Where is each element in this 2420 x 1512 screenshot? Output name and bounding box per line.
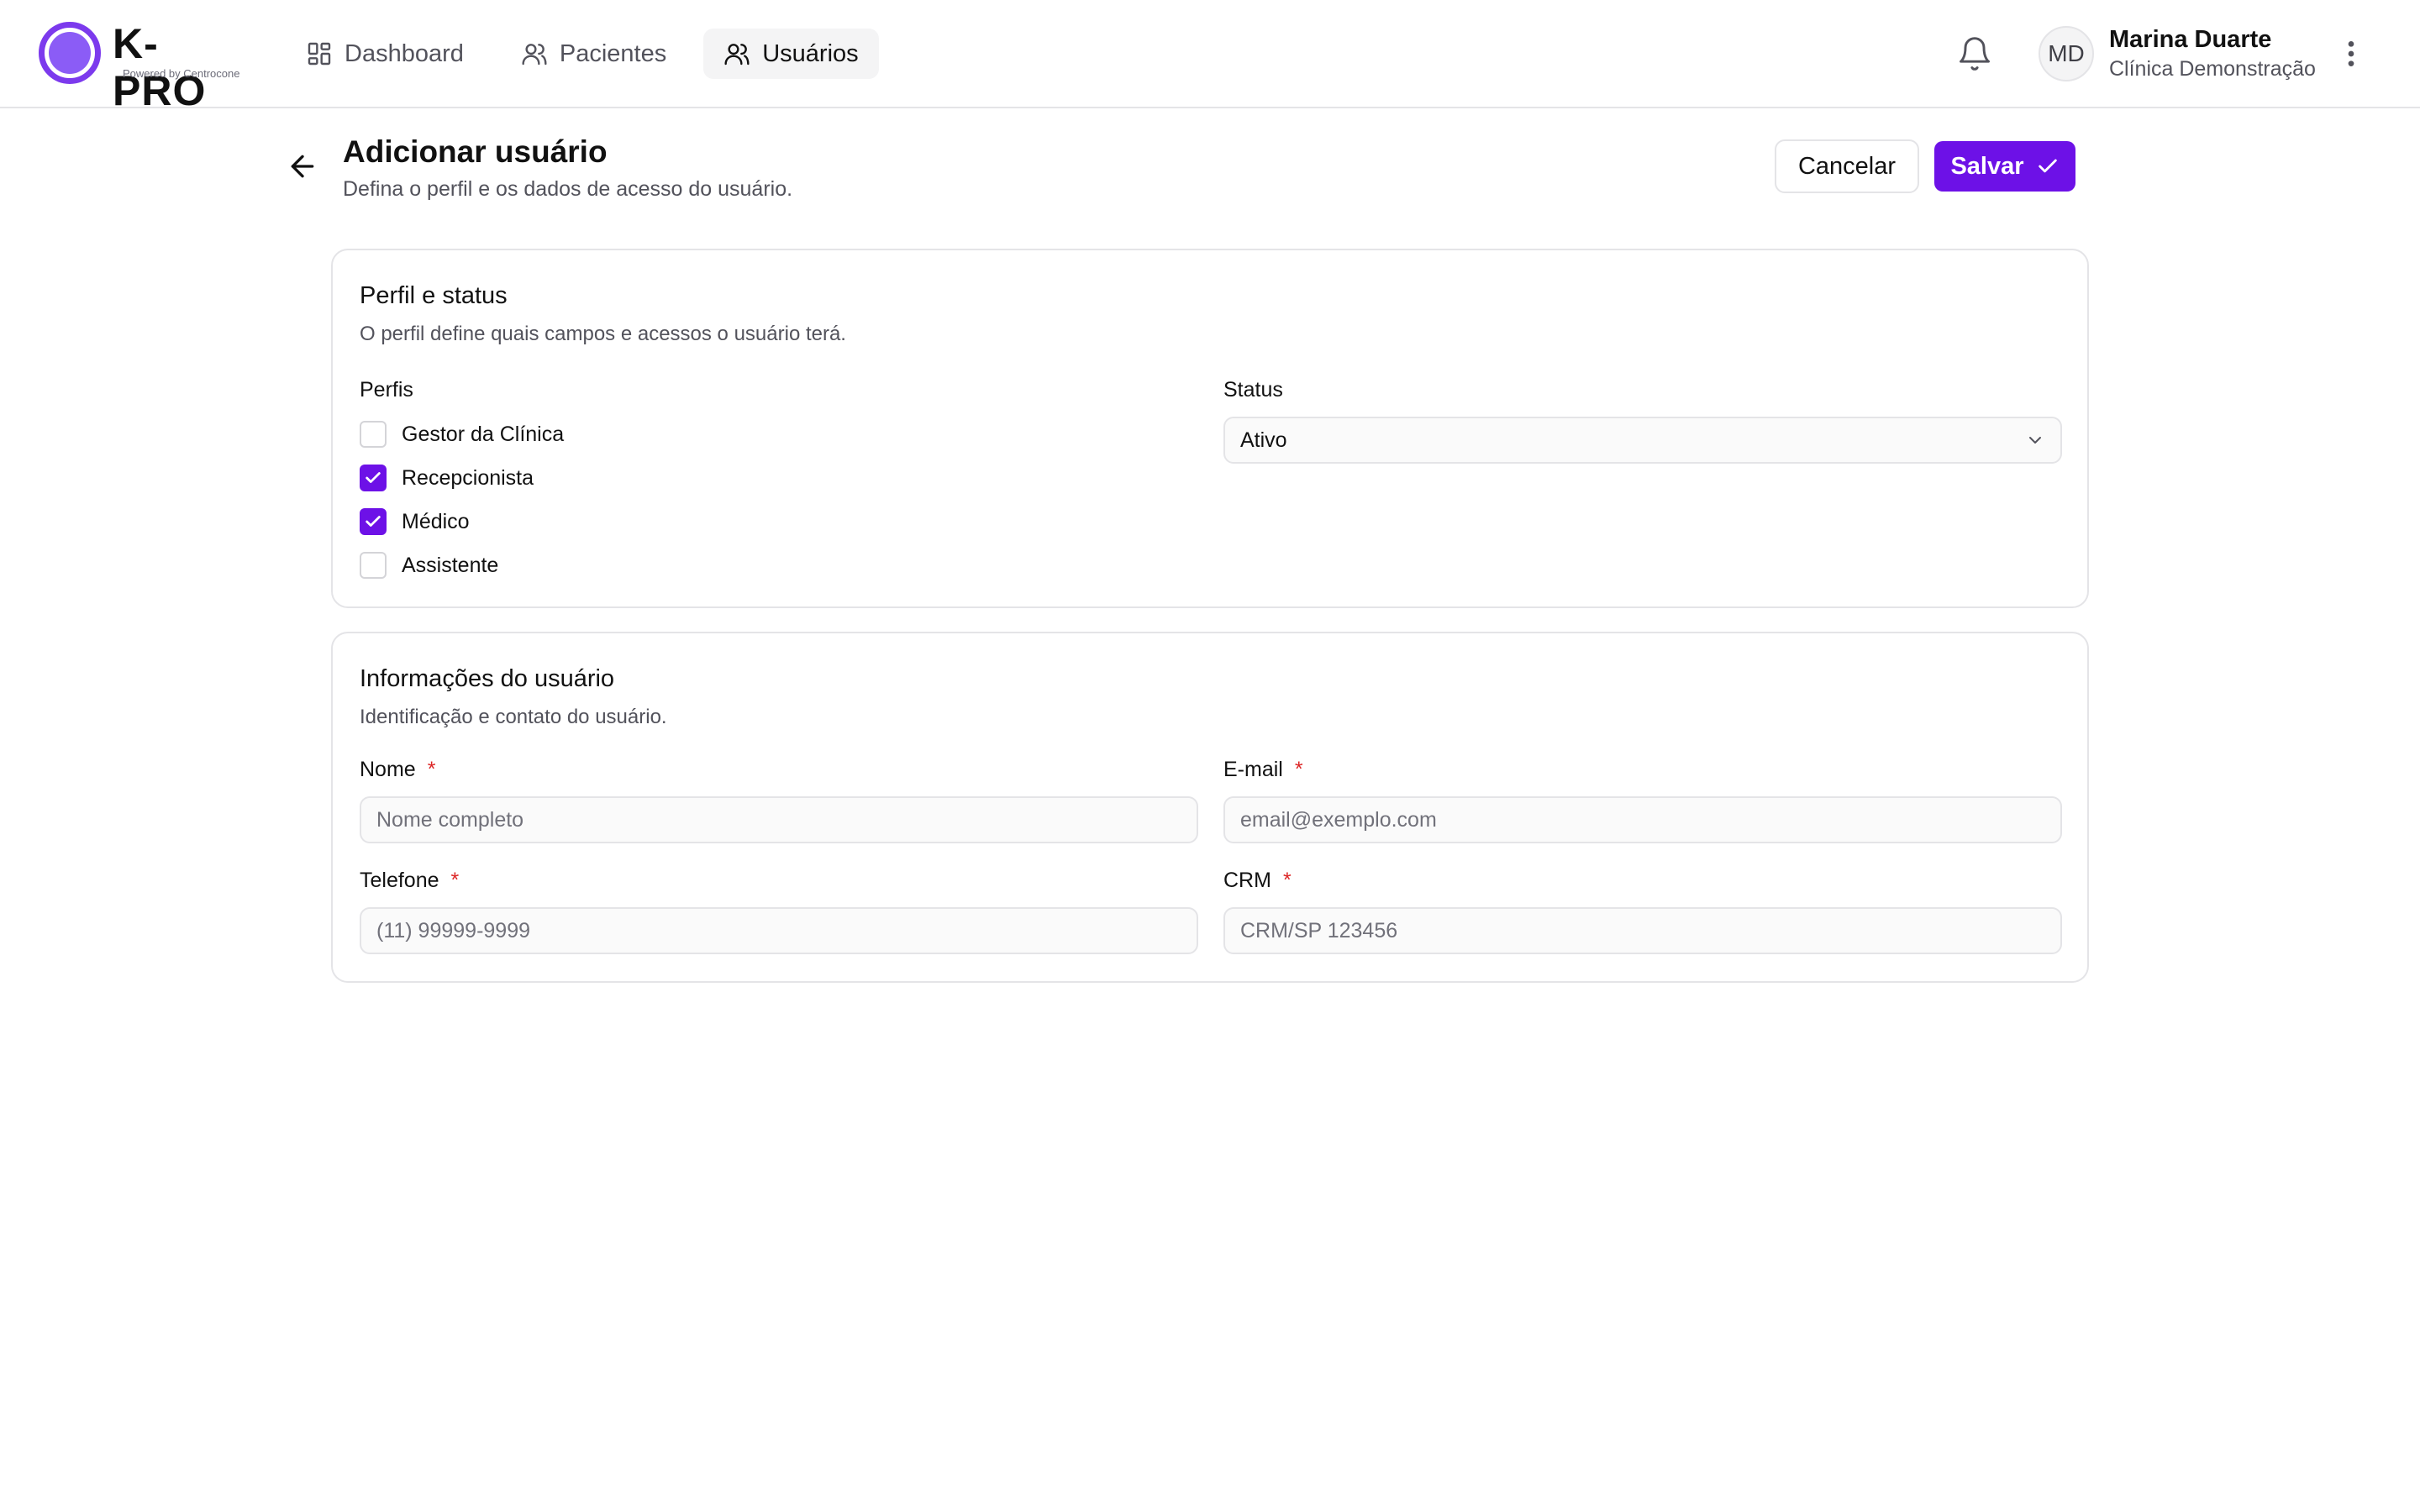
checkbox[interactable] <box>360 465 387 491</box>
card-title: Informações do usuário <box>360 665 615 692</box>
users-icon <box>724 44 750 66</box>
card-description: Identificação e contato do usuário. <box>360 706 667 728</box>
crm-label-text: CRM <box>1223 869 1271 892</box>
users-icon <box>522 44 547 66</box>
save-button[interactable]: Salvar <box>1934 141 2075 192</box>
user-info-card: Informações do usuário Identificação e c… <box>331 632 2089 983</box>
phone-label: Telefone * <box>360 869 459 893</box>
profile-checkbox-medico[interactable]: Médico <box>360 507 470 536</box>
profiles-label: Perfis <box>360 378 413 402</box>
required-marker: * <box>450 869 460 892</box>
profile-checkbox-gestor[interactable]: Gestor da Clínica <box>360 420 564 449</box>
bell-icon[interactable] <box>1956 35 1993 72</box>
user-clinic: Clínica Demonstração <box>2109 57 2316 81</box>
profile-checkbox-assistente[interactable]: Assistente <box>360 551 498 580</box>
app-root: K-PRO Powered by Centrocone Dashboard Pa… <box>0 0 2420 1512</box>
name-label: Nome * <box>360 758 435 782</box>
check-icon <box>366 516 381 527</box>
status-select-value: Ativo <box>1240 428 1287 452</box>
required-marker: * <box>1294 758 1303 781</box>
email-label-text: E-mail <box>1223 758 1283 781</box>
page-title: Adicionar usuário <box>343 134 608 169</box>
logo-circle-icon <box>39 22 101 84</box>
nav-item-label: Pacientes <box>559 39 667 67</box>
profile-checkbox-recepcionista[interactable]: Recepcionista <box>360 464 534 492</box>
crm-label: CRM * <box>1223 869 1292 893</box>
cancel-button[interactable]: Cancelar <box>1775 139 1919 193</box>
email-label: E-mail * <box>1223 758 1303 782</box>
checkbox-label: Assistente <box>402 553 499 577</box>
nav-item-pacientes[interactable]: Pacientes <box>501 29 687 79</box>
profile-status-card: Perfil e status O perfil define quais ca… <box>331 249 2089 608</box>
checkbox-label: Gestor da Clínica <box>402 422 565 446</box>
name-label-text: Nome <box>360 758 416 781</box>
top-navigation-bar: K-PRO Powered by Centrocone Dashboard Pa… <box>0 0 2420 114</box>
chevron-down-icon <box>2029 437 2041 444</box>
main-nav: Dashboard Pacientes Usuários <box>286 29 879 79</box>
phone-input[interactable] <box>360 907 1198 954</box>
page-subtitle: Defina o perfil e os dados de acesso do … <box>343 177 793 201</box>
checkbox[interactable] <box>360 508 387 535</box>
dashboard-icon <box>308 42 331 66</box>
required-marker: * <box>1282 869 1292 892</box>
email-input[interactable] <box>1223 796 2062 843</box>
card-description: O perfil define quais campos e acessos o… <box>360 323 846 345</box>
status-select[interactable]: Ativo <box>1223 417 2062 464</box>
brand-logo[interactable]: K-PRO Powered by Centrocone <box>39 20 249 114</box>
check-icon <box>2038 159 2057 173</box>
card-title: Perfil e status <box>360 282 508 309</box>
nav-item-usuarios[interactable]: Usuários <box>703 29 879 79</box>
nav-item-label: Usuários <box>762 39 859 67</box>
cancel-button-label: Cancelar <box>1797 152 1897 180</box>
nav-item-dashboard[interactable]: Dashboard <box>286 29 484 79</box>
user-name: Marina Duarte <box>2109 26 2272 53</box>
checkbox[interactable] <box>360 421 387 448</box>
checkbox-label: Recepcionista <box>402 465 534 490</box>
avatar[interactable]: MD <box>2039 26 2094 81</box>
checkbox-label: Médico <box>402 509 470 533</box>
checkbox[interactable] <box>360 552 387 579</box>
crm-input[interactable] <box>1223 907 2062 954</box>
status-label: Status <box>1223 378 1283 402</box>
phone-label-text: Telefone <box>360 869 439 892</box>
name-input[interactable] <box>360 796 1198 843</box>
check-icon <box>366 472 381 483</box>
nav-item-label: Dashboard <box>345 39 464 67</box>
more-options-icon[interactable] <box>2336 37 2366 71</box>
required-marker: * <box>427 758 436 781</box>
save-button-label: Salvar <box>1950 152 2024 180</box>
brand-tagline: Powered by Centrocone <box>123 67 240 80</box>
back-arrow-icon[interactable] <box>286 150 319 183</box>
